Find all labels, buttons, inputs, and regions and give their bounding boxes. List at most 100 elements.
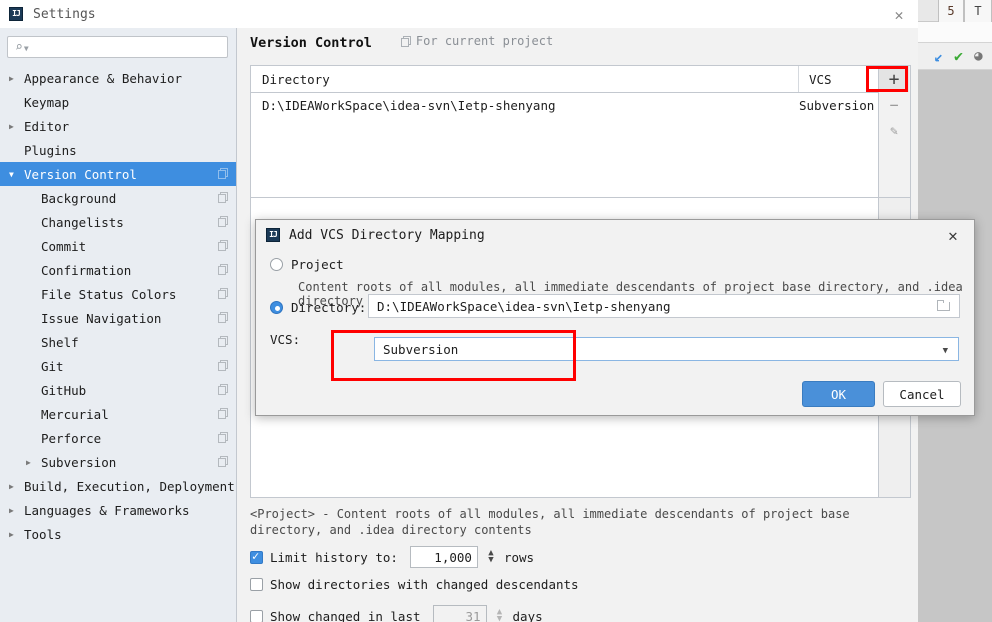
sidebar-item-languages-frameworks[interactable]: ▶ Languages & Frameworks xyxy=(0,498,236,522)
project-radio-label: Project xyxy=(291,257,344,272)
clock-icon[interactable]: ◕ xyxy=(974,48,982,64)
cell-vcs: Subversion xyxy=(799,98,875,113)
sidebar-item-plugins[interactable]: Plugins xyxy=(0,138,236,162)
edit-mapping-button[interactable]: ✎ xyxy=(879,118,909,144)
option-limit-history: Limit history to: 1,000 ▲▼ rows xyxy=(250,546,534,568)
copy-icon[interactable] xyxy=(218,384,229,395)
limit-history-checkbox[interactable] xyxy=(250,549,263,564)
copy-icon[interactable] xyxy=(218,456,229,467)
intellij-logo-icon: IJ xyxy=(9,7,23,21)
sidebar-item-label: Build, Execution, Deployment xyxy=(24,478,235,494)
stepper-down-icon: ▼ xyxy=(496,614,503,622)
main-header: Version Control For current project xyxy=(250,34,553,51)
copy-icon[interactable] xyxy=(218,432,229,443)
table-row[interactable]: D:\IDEAWorkSpace\idea-svn\Ietp-shenyang … xyxy=(251,93,878,118)
ide-tab-2[interactable]: T xyxy=(964,0,992,22)
column-header-directory[interactable]: Directory xyxy=(251,66,799,92)
chevron-down-icon: ▼ xyxy=(942,346,948,356)
show-changed-suffix: days xyxy=(512,608,543,622)
sidebar-item-label: Tools xyxy=(24,526,62,542)
page-title: Version Control xyxy=(250,34,372,51)
sidebar-item-commit[interactable]: Commit xyxy=(0,234,236,258)
copy-icon[interactable] xyxy=(218,264,229,275)
sidebar-item-shelf[interactable]: Shelf xyxy=(0,330,236,354)
sidebar-item-mercurial[interactable]: Mercurial xyxy=(0,402,236,426)
chevron-right-icon[interactable]: ▶ xyxy=(9,530,21,539)
sidebar-item-confirmation[interactable]: Confirmation xyxy=(0,258,236,282)
project-radio[interactable] xyxy=(270,258,283,271)
show-changed-checkbox[interactable] xyxy=(250,609,263,622)
copy-icon[interactable] xyxy=(218,312,229,323)
sidebar-item-version-control[interactable]: ▼ Version Control xyxy=(0,162,236,186)
sidebar-item-file-status-colors[interactable]: File Status Colors xyxy=(0,282,236,306)
remove-mapping-button[interactable]: − xyxy=(879,92,909,118)
show-changed-input[interactable]: 31 xyxy=(432,605,487,622)
sidebar-item-keymap[interactable]: Keymap xyxy=(0,90,236,114)
show-directories-checkbox[interactable] xyxy=(250,578,263,591)
chevron-right-icon[interactable]: ▶ xyxy=(9,122,21,131)
copy-icon[interactable] xyxy=(218,360,229,371)
show-changed-stepper[interactable]: ▲ ▼ xyxy=(493,606,507,622)
sidebar-item-label: GitHub xyxy=(41,382,87,398)
sidebar-item-label: Appearance & Behavior xyxy=(24,70,183,86)
sidebar-item-label: Confirmation xyxy=(41,262,132,278)
chevron-right-icon[interactable]: ▶ xyxy=(9,482,21,491)
copy-icon[interactable] xyxy=(218,288,229,299)
chevron-right-icon[interactable]: ▶ xyxy=(9,74,21,83)
directory-path-input[interactable]: D:\IDEAWorkSpace\idea-svn\Ietp-shenyang xyxy=(368,294,960,318)
dialog-title-bar: IJ Add VCS Directory Mapping ✕ xyxy=(256,220,974,250)
sidebar-item-editor[interactable]: ▶ Editor xyxy=(0,114,236,138)
dialog-close-icon[interactable]: ✕ xyxy=(944,226,962,245)
copy-icon[interactable] xyxy=(218,216,229,227)
chevron-down-icon[interactable]: ▼ xyxy=(9,170,21,179)
search-input[interactable]: ⌕ ▼ xyxy=(7,36,228,58)
cancel-button[interactable]: Cancel xyxy=(883,381,961,407)
settings-title-bar: IJ Settings ✕ xyxy=(0,0,918,28)
limit-history-label: Limit history to: xyxy=(270,549,398,565)
sidebar-item-subversion[interactable]: ▶ Subversion xyxy=(0,450,236,474)
sidebar-item-label: Subversion xyxy=(41,454,117,470)
directory-radio-row[interactable]: Directory: xyxy=(270,300,366,315)
download-arrow-icon[interactable]: ↙ xyxy=(934,47,943,65)
limit-history-input[interactable]: 1,000 xyxy=(409,546,478,568)
folder-icon[interactable] xyxy=(937,300,950,311)
sidebar-item-label: Changelists xyxy=(41,214,124,230)
sidebar-item-perforce[interactable]: Perforce xyxy=(0,426,236,450)
copy-icon[interactable] xyxy=(218,240,229,251)
copy-icon[interactable] xyxy=(218,408,229,419)
sidebar-item-background[interactable]: Background xyxy=(0,186,236,210)
limit-history-stepper[interactable]: ▲ ▼ xyxy=(484,547,498,567)
sidebar-item-github[interactable]: GitHub xyxy=(0,378,236,402)
settings-tree: ▶ Appearance & Behavior Keymap ▶ Editor Plugi… xyxy=(0,66,236,546)
vcs-label: VCS: xyxy=(270,332,301,347)
project-note: <Project> - Content roots of all modules… xyxy=(250,507,850,537)
search-icon: ⌕ xyxy=(15,39,23,55)
copy-icon[interactable] xyxy=(218,168,229,179)
close-icon[interactable]: ✕ xyxy=(890,6,908,24)
copy-icon[interactable] xyxy=(218,336,229,347)
chevron-right-icon[interactable]: ▶ xyxy=(9,506,21,515)
chevron-right-icon[interactable]: ▶ xyxy=(26,458,38,467)
sidebar-item-label: Editor xyxy=(24,118,70,134)
directory-radio[interactable] xyxy=(270,301,283,314)
highlight-box-vcs-select xyxy=(331,330,576,381)
sidebar-item-changelists[interactable]: Changelists xyxy=(0,210,236,234)
sidebar-item-build-execution-deployment[interactable]: ▶ Build, Execution, Deployment xyxy=(0,474,236,498)
sidebar-item-label: Languages & Frameworks xyxy=(24,502,190,518)
option-show-changed-last: Show changed in last 31 ▲ ▼ days xyxy=(250,605,543,622)
copy-icon[interactable] xyxy=(218,192,229,203)
sidebar-item-label: Plugins xyxy=(24,142,77,158)
project-radio-row[interactable]: Project xyxy=(270,257,344,272)
sidebar-item-tools[interactable]: ▶ Tools xyxy=(0,522,236,546)
check-icon[interactable]: ✔ xyxy=(954,47,963,65)
ide-tab-1[interactable]: 5 xyxy=(938,0,964,22)
dialog-title: Add VCS Directory Mapping xyxy=(289,227,485,243)
sidebar-item-label: Keymap xyxy=(24,94,70,110)
show-directories-label: Show directories with changed descendant… xyxy=(270,577,579,592)
sidebar-item-appearance-behavior[interactable]: ▶ Appearance & Behavior xyxy=(0,66,236,90)
ide-toolbar: ↙ ✔ ◕ xyxy=(918,42,992,70)
settings-title: Settings xyxy=(33,6,96,22)
sidebar-item-issue-navigation[interactable]: Issue Navigation xyxy=(0,306,236,330)
ok-button[interactable]: OK xyxy=(802,381,875,407)
sidebar-item-git[interactable]: Git xyxy=(0,354,236,378)
